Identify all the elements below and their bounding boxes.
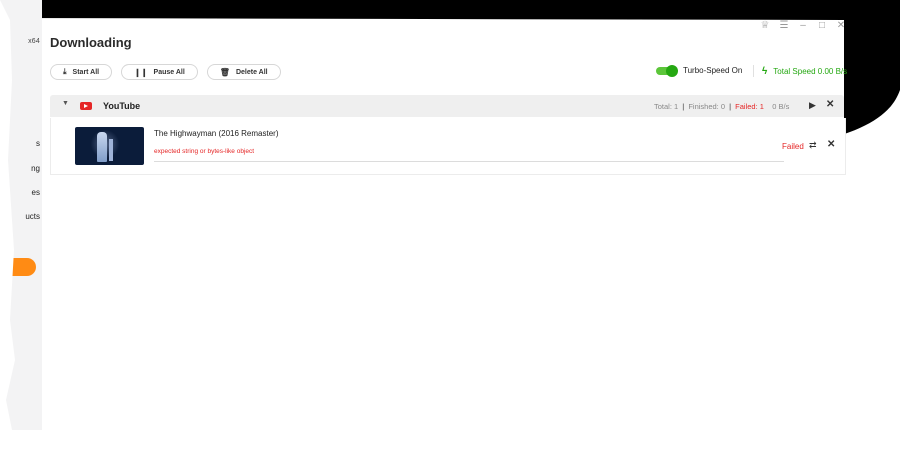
stat-separator: | <box>729 102 732 111</box>
turbo-speed: Turbo-Speed On <box>656 64 743 77</box>
maximize-icon[interactable]: □ <box>817 20 827 31</box>
trash-icon: 🗑 <box>219 67 230 77</box>
bolt-icon: ϟ <box>762 66 768 77</box>
page-title: Downloading <box>50 35 132 50</box>
caret-down-icon[interactable]: ▼ <box>62 100 69 107</box>
start-all-label: Start All <box>72 68 100 76</box>
play-icon[interactable]: ▶ <box>809 100 816 111</box>
thumbnail-figure <box>97 132 107 162</box>
pause-icon: ❙❙ <box>134 67 148 77</box>
stat-failed: Failed: 1 <box>735 102 764 111</box>
torn-edge <box>0 0 15 450</box>
turbo-label: Turbo-Speed On <box>683 66 743 75</box>
progress-bar <box>154 161 784 162</box>
total-speed-label: Total Speed 0.00 B/s <box>773 67 848 76</box>
crown-icon[interactable]: ♕ <box>760 20 770 31</box>
group-close-icon[interactable]: ✕ <box>826 99 834 110</box>
menu-icon[interactable]: ☰ <box>779 20 789 31</box>
stat-finished: Finished: 0 <box>688 102 726 111</box>
item-title: The Highwayman (2016 Remaster) <box>154 129 279 138</box>
download-icon: ⤓ <box>63 67 67 76</box>
download-item: The Highwayman (2016 Remaster) expected … <box>50 118 846 175</box>
group-name: YouTube <box>103 101 141 111</box>
delete-all-button[interactable]: 🗑 Delete All <box>206 64 281 80</box>
delete-all-label: Delete All <box>235 68 268 76</box>
pause-all-button[interactable]: ❙❙ Pause All <box>121 64 198 80</box>
divider <box>753 65 754 77</box>
start-all-button[interactable]: ⤓ Start All <box>50 64 113 80</box>
window-controls: ♕ ☰ – □ ✕ <box>760 20 846 31</box>
stat-total: Total: 1 <box>654 102 679 111</box>
stat-separator: | <box>682 102 685 111</box>
item-status: Failed <box>782 142 804 151</box>
toolbar: ⤓ Start All ❙❙ Pause All 🗑 Delete All <box>50 64 281 80</box>
group-stats: Total: 1 | Finished: 0 | Failed: 1 0 B/s <box>654 102 789 111</box>
group-header-youtube[interactable]: ▼ YouTube Total: 1 | Finished: 0 | Faile… <box>50 95 844 117</box>
item-error: expected string or bytes-like object <box>154 148 255 155</box>
close-icon[interactable]: ✕ <box>836 20 846 31</box>
item-close-icon[interactable]: ✕ <box>827 139 835 150</box>
total-speed: ϟ Total Speed 0.00 B/s <box>762 66 847 77</box>
thumbnail-figure-2 <box>109 139 113 161</box>
retry-icon[interactable]: ⇄ <box>809 140 817 151</box>
pause-all-label: Pause All <box>153 68 185 76</box>
video-thumbnail[interactable] <box>75 127 144 165</box>
stat-rate: 0 B/s <box>772 102 790 111</box>
minimize-icon[interactable]: – <box>798 20 808 31</box>
turbo-toggle[interactable] <box>656 64 678 77</box>
youtube-icon <box>80 102 92 110</box>
